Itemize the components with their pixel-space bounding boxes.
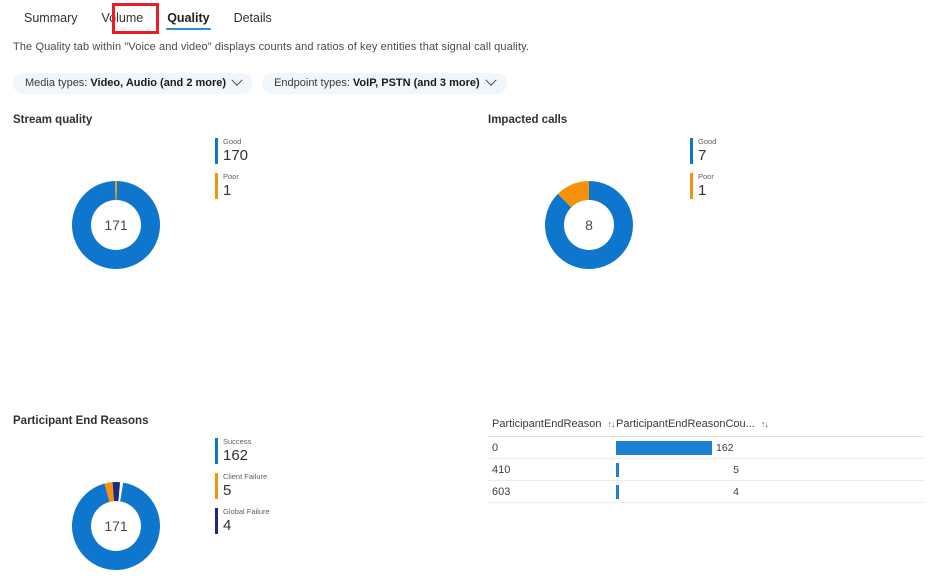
impacted-calls-donut-svg: [545, 181, 634, 269]
legend-item-good: Good 170: [215, 138, 248, 164]
filter-pill-media-types[interactable]: Media types: Video, Audio (and 2 more): [13, 73, 254, 94]
legend-item-success: Success 162: [215, 438, 270, 464]
table-header-row: ParticipantEndReason ↑↓ ParticipantEndRe…: [488, 412, 924, 437]
filter-endpoint-types-label: Endpoint types:: [274, 77, 350, 89]
legend-color-swatch-success: [215, 438, 218, 464]
legend-value-global-failure: 4: [223, 516, 232, 534]
impacted-calls-legend: Good 7 Poor 1: [690, 138, 716, 208]
legend-color-swatch-poor: [690, 173, 693, 199]
legend-label-good: Good: [223, 137, 242, 146]
chevron-down-icon: [231, 74, 243, 86]
legend-color-swatch-global-failure: [215, 508, 218, 534]
cell-count-bar: [616, 484, 712, 499]
tab-selected-underline: [166, 27, 211, 30]
sort-toggle-icon: ↑↓: [760, 419, 769, 429]
tab-summary-label: Summary: [24, 11, 78, 25]
column-header-label: ParticipantEndReasonCou...: [616, 418, 755, 430]
tab-bar: Summary Volume Quality Details: [12, 6, 284, 34]
impacted-calls-donut-chart[interactable]: 8: [540, 176, 638, 274]
donut-graphic: 8: [540, 176, 638, 274]
legend-item-client-failure: Client Failure 5: [215, 473, 270, 499]
legend-label-success: Success: [223, 437, 252, 446]
column-header-participant-end-reason[interactable]: ParticipantEndReason ↑↓: [488, 418, 616, 430]
filter-pill-endpoint-types[interactable]: Endpoint types: VoIP, PSTN (and 3 more): [262, 73, 507, 94]
legend-label-poor: Poor: [698, 172, 714, 181]
stream-quality-donut-svg: [72, 180, 160, 269]
participant-end-reasons-legend: Success 162 Client Failure 5 Global Fail…: [215, 438, 270, 543]
value-bar: [616, 484, 619, 499]
table-row[interactable]: 603 4: [488, 481, 924, 503]
tab-details[interactable]: Details: [222, 6, 284, 34]
donut-graphic: 171: [67, 176, 165, 274]
legend-value-client-failure: 5: [223, 481, 232, 499]
stream-quality-title: Stream quality: [13, 114, 93, 126]
legend-item-poor: Poor 1: [215, 173, 248, 199]
legend-label-client-failure: Client Failure: [223, 472, 268, 481]
tab-summary[interactable]: Summary: [12, 6, 89, 34]
value-bar: [616, 462, 619, 477]
legend-value-success: 162: [223, 446, 249, 464]
filter-endpoint-types-value: VoIP, PSTN (and 3 more): [352, 77, 480, 89]
legend-item-poor: Poor 1: [690, 173, 716, 199]
legend-item-good: Good 7: [690, 138, 716, 164]
table-row[interactable]: 410 5: [488, 459, 924, 481]
legend-color-swatch-client-failure: [215, 473, 218, 499]
filter-pill-group: Media types: Video, Audio (and 2 more) E…: [13, 73, 507, 94]
legend-color-swatch-good: [690, 138, 693, 164]
tab-quality[interactable]: Quality: [155, 6, 221, 34]
cell-count-value: 162: [716, 441, 734, 454]
cell-count-bar: [616, 440, 712, 455]
participant-end-reasons-donut-svg: [71, 482, 160, 570]
participant-end-reasons-title: Participant End Reasons: [13, 415, 149, 427]
filter-media-types-value: Video, Audio (and 2 more): [90, 77, 227, 89]
cell-participant-end-reason: 410: [492, 463, 511, 476]
cell-participant-end-reason: 603: [492, 485, 511, 498]
column-header-participant-end-reason-count[interactable]: ParticipantEndReasonCou... ↑↓: [616, 418, 769, 430]
tab-volume[interactable]: Volume: [89, 6, 155, 34]
column-header-label: ParticipantEndReason: [492, 418, 602, 430]
legend-label-global-failure: Global Failure: [223, 507, 270, 516]
legend-label-good: Good: [698, 137, 717, 146]
sort-toggle-icon: ↑↓: [607, 419, 615, 429]
participant-end-reasons-donut-chart[interactable]: 171: [67, 477, 165, 575]
tab-details-label: Details: [233, 11, 272, 25]
cell-count-value: 5: [733, 463, 739, 476]
tab-volume-label: Volume: [101, 11, 144, 25]
legend-color-swatch-poor: [215, 173, 218, 199]
legend-value-good: 7: [698, 146, 707, 164]
filter-media-types-label: Media types:: [25, 77, 88, 89]
participant-end-reason-table: ParticipantEndReason ↑↓ ParticipantEndRe…: [488, 412, 924, 503]
table-row[interactable]: 0 162: [488, 437, 924, 459]
page-description: The Quality tab within "Voice and video"…: [13, 41, 530, 53]
legend-value-poor: 1: [223, 181, 232, 199]
legend-item-global-failure: Global Failure 4: [215, 508, 270, 534]
stream-quality-donut-chart[interactable]: 171: [67, 176, 165, 274]
legend-color-swatch-good: [215, 138, 218, 164]
legend-label-poor: Poor: [223, 172, 239, 181]
cell-count-value: 4: [733, 485, 739, 498]
chevron-down-icon: [484, 74, 497, 86]
impacted-calls-title: Impacted calls: [488, 114, 568, 126]
stream-quality-legend: Good 170 Poor 1: [215, 138, 248, 208]
legend-value-poor: 1: [698, 181, 707, 199]
donut-graphic: 171: [67, 477, 165, 575]
cell-count-bar: [616, 462, 712, 477]
value-bar: [616, 440, 712, 455]
cell-participant-end-reason: 0: [492, 441, 499, 454]
legend-value-good: 170: [223, 146, 249, 164]
tab-quality-label: Quality: [167, 11, 210, 25]
